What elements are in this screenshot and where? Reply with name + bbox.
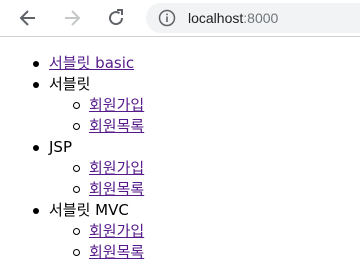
list-item: 회원목록 <box>49 179 360 200</box>
list-item: 회원목록 <box>49 116 360 137</box>
info-icon[interactable] <box>158 9 176 27</box>
group-title-jsp: JSP <box>49 138 72 156</box>
group-title-servlet-mvc: 서블릿 MVC <box>49 201 129 219</box>
url-text: localhost:8000 <box>188 10 278 26</box>
url-port: :8000 <box>243 10 279 26</box>
list-item: 회원목록 <box>49 242 360 263</box>
menu-item-servlet-basic: 서블릿 basic <box>0 53 360 74</box>
browser-toolbar: localhost:8000 <box>0 0 360 37</box>
back-arrow-icon <box>19 10 35 26</box>
link-servlet-basic[interactable]: 서블릿 basic <box>49 54 134 72</box>
page-content: 서블릿 basic 서블릿 회원가입 회원목록 JSP 회원가입 회원목록 서블… <box>0 37 360 265</box>
address-bar[interactable]: localhost:8000 <box>146 3 360 33</box>
main-menu: 서블릿 basic 서블릿 회원가입 회원목록 JSP 회원가입 회원목록 서블… <box>0 53 360 263</box>
link-jsp-join[interactable]: 회원가입 <box>89 159 144 177</box>
link-servlet-members[interactable]: 회원목록 <box>89 117 144 135</box>
reload-icon <box>109 9 124 26</box>
forward-button[interactable] <box>58 4 86 32</box>
forward-arrow-icon <box>65 10 81 26</box>
menu-group-servlet-mvc: 서블릿 MVC 회원가입 회원목록 <box>0 200 360 263</box>
link-mvc-join[interactable]: 회원가입 <box>89 222 144 240</box>
reload-button[interactable] <box>102 4 130 32</box>
menu-group-jsp: JSP 회원가입 회원목록 <box>0 137 360 200</box>
list-item: 회원가입 <box>49 158 360 179</box>
link-mvc-members[interactable]: 회원목록 <box>89 243 144 261</box>
back-button[interactable] <box>14 4 42 32</box>
group-title-servlet: 서블릿 <box>49 75 91 93</box>
list-item: 회원가입 <box>49 221 360 242</box>
link-servlet-join[interactable]: 회원가입 <box>89 96 144 114</box>
url-host: localhost <box>188 10 244 26</box>
link-jsp-members[interactable]: 회원목록 <box>89 180 144 198</box>
menu-group-servlet: 서블릿 회원가입 회원목록 <box>0 74 360 137</box>
list-item: 회원가입 <box>49 95 360 116</box>
